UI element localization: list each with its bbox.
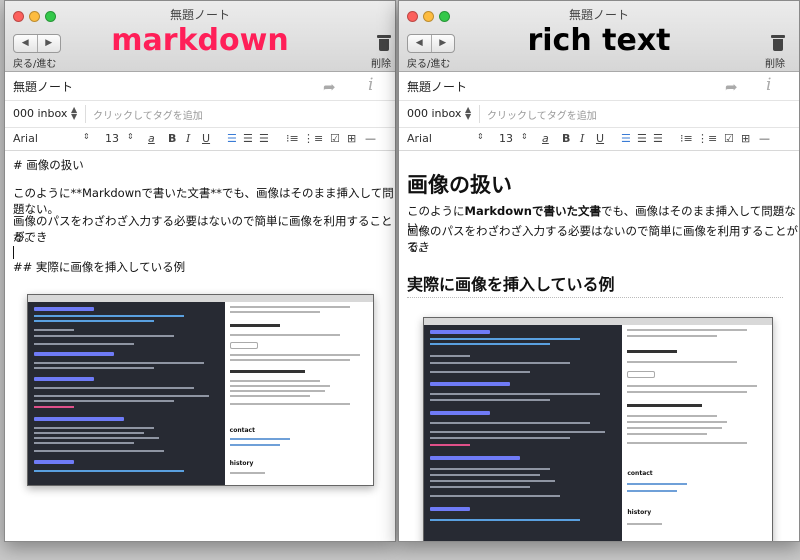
richtext-window: 無題ノート ◀ ▶ 戻る/進む rich text 削除 無題ノート ➦ i 00… bbox=[398, 0, 800, 542]
md-line-paragraph-2b: る。 bbox=[13, 230, 36, 244]
embedded-history-heading: history bbox=[229, 460, 254, 467]
note-title-field[interactable]: 無題ノート bbox=[13, 78, 73, 95]
trash-icon[interactable] bbox=[771, 35, 785, 51]
embedded-screenshot[interactable]: contact history bbox=[27, 294, 374, 486]
rt-heading-1: 画像の扱い bbox=[407, 173, 512, 197]
embedded-screenshot[interactable]: contact history bbox=[423, 317, 773, 541]
bold-icon[interactable]: B bbox=[562, 132, 570, 145]
md-line-subheading: ## 実際に画像を挿入している例 bbox=[13, 260, 186, 274]
size-stepper-icon[interactable]: ⇕ bbox=[521, 132, 528, 141]
hr-icon[interactable]: — bbox=[759, 132, 770, 145]
align-center-icon[interactable]: ☰ bbox=[243, 132, 253, 145]
italic-icon[interactable]: I bbox=[186, 132, 190, 145]
info-icon[interactable]: i bbox=[368, 75, 373, 95]
note-title-bar: 無題ノート ➦ i bbox=[5, 72, 395, 101]
format-toolbar: Arial ⇕ 13 ⇕ a B I U ☰ ☰ ☰ ⁝≡ ⋮≡ ☑ ⊞ — bbox=[399, 128, 799, 151]
notebook-selector[interactable]: 000 inbox bbox=[13, 107, 67, 120]
embedded-history-heading: history bbox=[627, 509, 652, 516]
chevron-updown-icon[interactable]: ▲ ▼ bbox=[71, 106, 77, 121]
bold-icon[interactable]: B bbox=[168, 132, 176, 145]
align-right-icon[interactable]: ☰ bbox=[259, 132, 269, 145]
align-right-icon[interactable]: ☰ bbox=[653, 132, 663, 145]
delete-label: 削除 bbox=[765, 59, 785, 70]
text-color-icon[interactable]: a bbox=[542, 132, 549, 145]
share-icon[interactable]: ➦ bbox=[725, 78, 738, 96]
rt-paragraph-2a: 画像のパスをわざわざ入力する必要はないので簡単に画像を利用することができ bbox=[407, 224, 798, 254]
rt-heading-2: 実際に画像を挿入している例 bbox=[407, 275, 615, 294]
embedded-editor-pane bbox=[28, 302, 225, 485]
underline-icon[interactable]: U bbox=[202, 132, 210, 145]
text-caret bbox=[13, 246, 14, 259]
heading-underline bbox=[407, 297, 783, 298]
tag-input[interactable]: クリックしてタグを追加 bbox=[93, 107, 203, 122]
md-line-paragraph-2a: 画像のパスをわざわざ入力する必要はないので簡単に画像を利用することができ bbox=[13, 214, 393, 244]
embedded-preview-pane: contact history bbox=[622, 325, 772, 541]
md-line-heading: # 画像の扱い bbox=[13, 158, 84, 172]
markdown-window: 無題ノート ◀ ▶ 戻る/進む markdown 削除 無題ノート ➦ i 000… bbox=[4, 0, 396, 542]
embedded-contact-heading: contact bbox=[229, 427, 255, 434]
embedded-editor-pane bbox=[424, 325, 623, 541]
window-title: 無題ノート bbox=[568, 8, 629, 22]
title-bar: 無題ノート ◀ ▶ 戻る/進む markdown 削除 bbox=[5, 1, 395, 72]
trash-icon[interactable] bbox=[377, 35, 391, 51]
italic-icon[interactable]: I bbox=[580, 132, 584, 145]
checkbox-icon[interactable]: ☑ bbox=[330, 132, 340, 145]
note-editor[interactable]: # 画像の扱い このように**Markdownで書いた文書**でも、画像はそのま… bbox=[5, 151, 395, 541]
table-icon[interactable]: ⊞ bbox=[741, 132, 750, 145]
embedded-preview-pane: contact history bbox=[224, 302, 373, 485]
underline-icon[interactable]: U bbox=[596, 132, 604, 145]
checkbox-icon[interactable]: ☑ bbox=[724, 132, 734, 145]
note-editor[interactable]: 画像の扱い このようにMarkdownで書いた文書でも、画像はそのまま挿入して問… bbox=[399, 151, 799, 541]
hr-icon[interactable]: — bbox=[365, 132, 376, 145]
bullet-list-icon[interactable]: ⁝≡ bbox=[680, 132, 693, 145]
title-bar: 無題ノート ◀ ▶ 戻る/進む rich text 削除 bbox=[399, 1, 799, 72]
tag-input[interactable]: クリックしてタグを追加 bbox=[487, 107, 597, 122]
align-left-icon[interactable]: ☰ bbox=[621, 132, 631, 145]
tag-bar: 000 inbox ▲ ▼ クリックしてタグを追加 bbox=[5, 101, 395, 128]
format-toolbar: Arial ⇕ 13 ⇕ a B I U ☰ ☰ ☰ ⁝≡ ⋮≡ ☑ ⊞ — bbox=[5, 128, 395, 151]
chevron-updown-icon[interactable]: ▲ ▼ bbox=[465, 106, 471, 121]
note-title-field[interactable]: 無題ノート bbox=[407, 78, 467, 95]
align-center-icon[interactable]: ☰ bbox=[637, 132, 647, 145]
font-stepper-icon[interactable]: ⇕ bbox=[83, 132, 90, 141]
richtext-label: rich text bbox=[527, 23, 671, 58]
font-selector[interactable]: Arial bbox=[13, 132, 38, 145]
markdown-label: markdown bbox=[111, 23, 289, 58]
font-stepper-icon[interactable]: ⇕ bbox=[477, 132, 484, 141]
font-size-selector[interactable]: 13 bbox=[105, 132, 119, 145]
numbered-list-icon[interactable]: ⋮≡ bbox=[303, 132, 323, 145]
window-title: 無題ノート bbox=[169, 8, 230, 22]
font-size-selector[interactable]: 13 bbox=[499, 132, 513, 145]
size-stepper-icon[interactable]: ⇕ bbox=[127, 132, 134, 141]
embedded-contact-heading: contact bbox=[627, 470, 653, 477]
share-icon[interactable]: ➦ bbox=[323, 78, 336, 96]
delete-label: 削除 bbox=[371, 59, 391, 70]
text-color-icon[interactable]: a bbox=[148, 132, 155, 145]
bullet-list-icon[interactable]: ⁝≡ bbox=[286, 132, 299, 145]
info-icon[interactable]: i bbox=[766, 75, 771, 95]
notebook-selector[interactable]: 000 inbox bbox=[407, 107, 461, 120]
align-left-icon[interactable]: ☰ bbox=[227, 132, 237, 145]
numbered-list-icon[interactable]: ⋮≡ bbox=[697, 132, 717, 145]
rt-paragraph-2b: る。 bbox=[407, 240, 430, 254]
font-selector[interactable]: Arial bbox=[407, 132, 432, 145]
tag-bar: 000 inbox ▲ ▼ クリックしてタグを追加 bbox=[399, 101, 799, 128]
table-icon[interactable]: ⊞ bbox=[347, 132, 356, 145]
note-title-bar: 無題ノート ➦ i bbox=[399, 72, 799, 101]
